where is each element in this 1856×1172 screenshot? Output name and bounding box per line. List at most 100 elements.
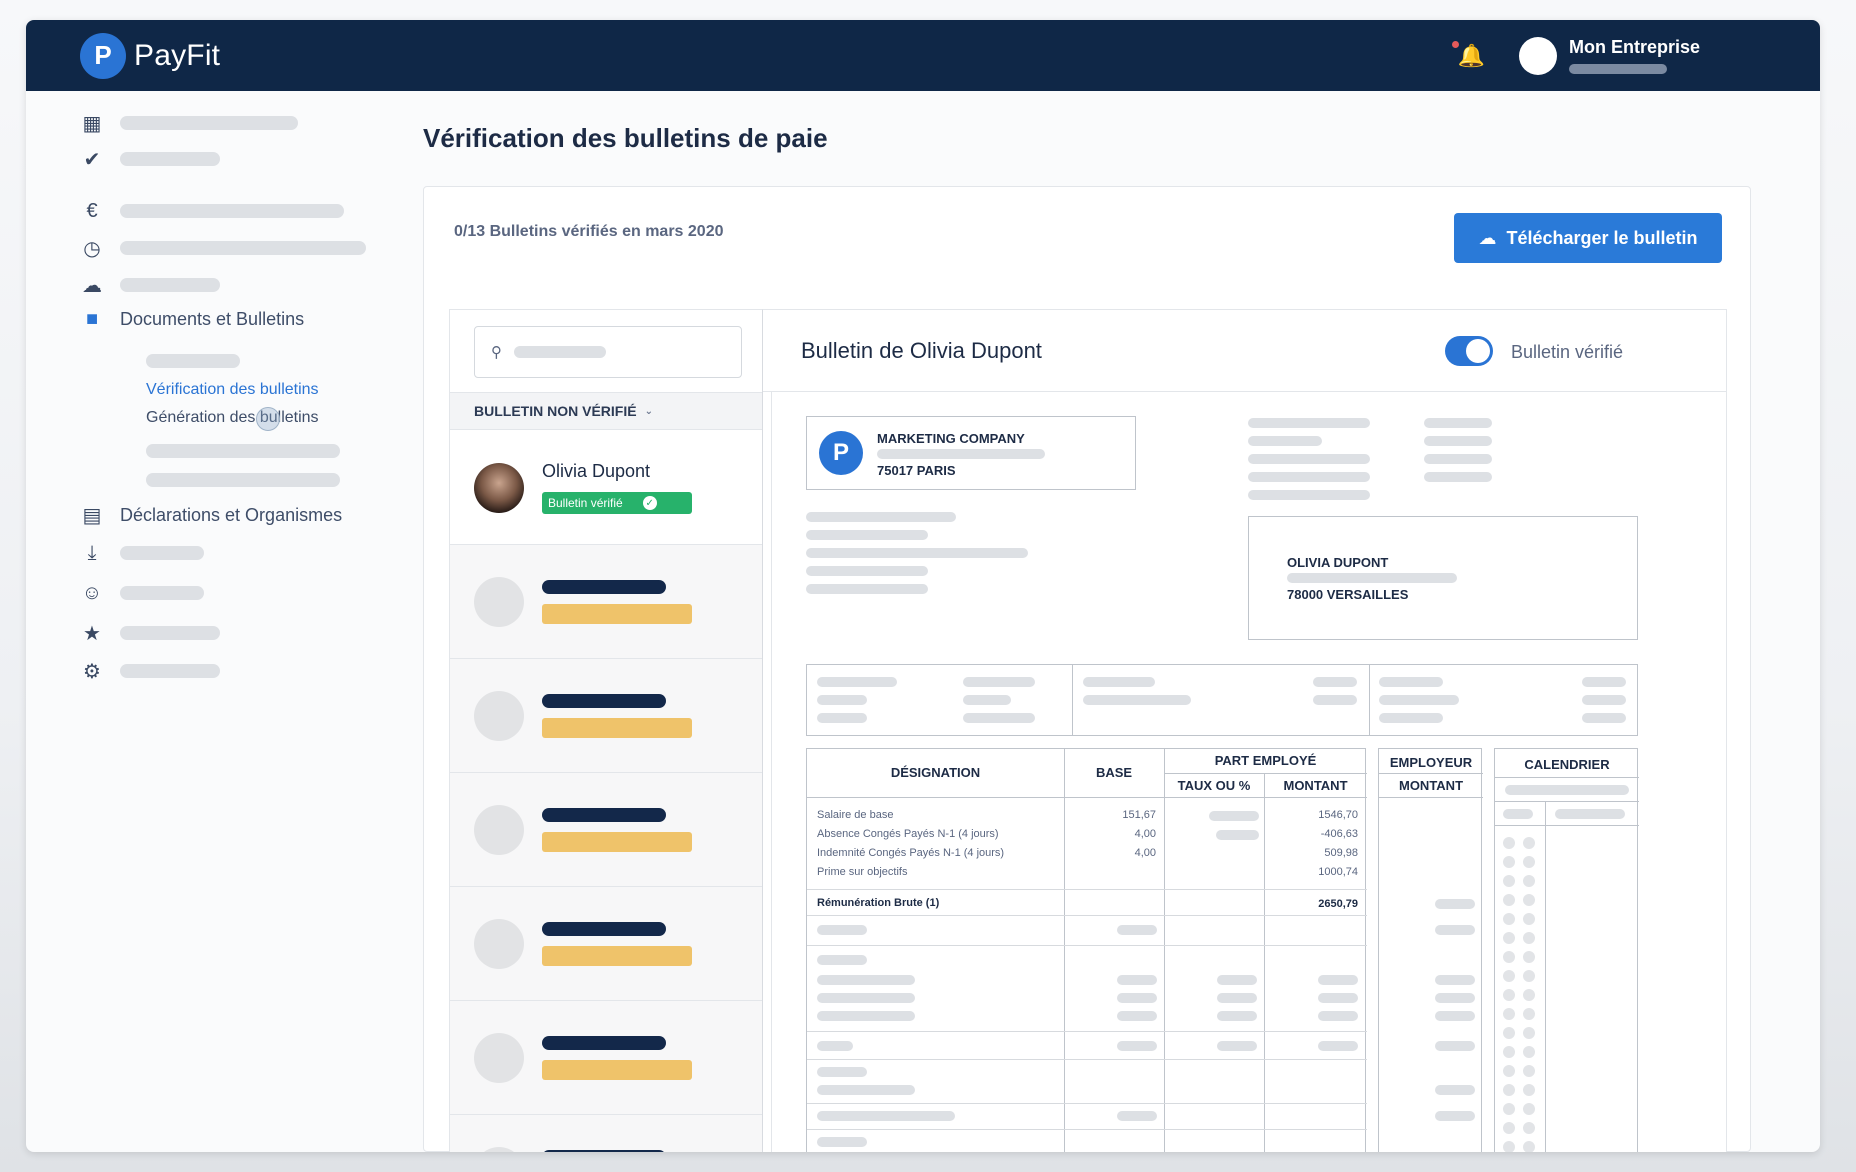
sidebar-label-placeholder xyxy=(120,204,344,218)
meta-placeholder xyxy=(1424,436,1492,446)
address-placeholder xyxy=(877,449,1045,459)
avatar xyxy=(474,576,524,627)
company-name: MARKETING COMPANY xyxy=(877,431,1025,446)
summary-placeholder xyxy=(963,695,1011,705)
calendar-day xyxy=(1523,1103,1535,1115)
status-placeholder xyxy=(542,831,692,852)
company-avatar[interactable] xyxy=(1518,36,1557,75)
summary-placeholder xyxy=(817,695,867,705)
top-bar: P PayFit 🔔 Mon Entreprise xyxy=(26,20,1820,91)
list-item[interactable] xyxy=(450,1115,762,1152)
sidebar-item-download[interactable]: ⤓ xyxy=(80,541,204,565)
toggle-knob xyxy=(1466,339,1490,363)
page-title: Vérification des bulletins de paie xyxy=(423,123,828,153)
row-placeholder xyxy=(1117,925,1157,935)
divider xyxy=(1495,777,1639,778)
name-placeholder xyxy=(542,693,666,708)
sidebar-link-verification[interactable]: Vérification des bulletins xyxy=(146,381,319,399)
row-placeholder xyxy=(1435,1011,1475,1021)
meta-placeholder xyxy=(1424,472,1492,482)
summary-placeholder xyxy=(1313,677,1357,687)
row-placeholder xyxy=(1217,1041,1257,1051)
sidebar-link-generation[interactable]: Génération des bulletins xyxy=(146,409,319,427)
app-name[interactable]: PayFit xyxy=(134,39,220,73)
payfit-logo-icon[interactable]: P xyxy=(80,32,126,79)
divider xyxy=(1379,773,1483,774)
divider xyxy=(807,1059,1367,1060)
search-placeholder xyxy=(514,346,606,358)
app-window: P PayFit 🔔 Mon Entreprise ▦ ✔ € ◷ ☁ ■ Do… xyxy=(26,20,1820,1152)
calendar-day xyxy=(1523,875,1535,887)
divider xyxy=(1164,773,1367,774)
divider xyxy=(1495,825,1639,826)
download-button[interactable]: ☁ Télécharger le bulletin xyxy=(1454,213,1722,263)
gear-icon: ⚙ xyxy=(83,660,101,683)
column-calendrier: CALENDRIER xyxy=(1524,757,1610,772)
info-placeholder xyxy=(806,566,928,576)
sidebar-item-dashboard[interactable]: ▦ xyxy=(80,111,298,135)
sidebar-item-settings[interactable]: ⚙ xyxy=(80,659,220,683)
list-item[interactable] xyxy=(450,659,762,773)
status-placeholder xyxy=(542,1059,692,1080)
calendar-day xyxy=(1523,1065,1535,1077)
bell-icon[interactable]: 🔔 xyxy=(1451,40,1485,69)
sidebar-item-upload[interactable]: ☁ xyxy=(80,273,220,297)
list-item[interactable]: Olivia Dupont Bulletin vérifié ✓ xyxy=(450,431,762,545)
calendar-day xyxy=(1523,913,1535,925)
detail-title: Bulletin de Olivia Dupont xyxy=(801,338,1042,363)
company-address-box: P MARKETING COMPANY 75017 PARIS xyxy=(806,416,1136,490)
sidebar-item-declarations[interactable]: ▤ Déclarations et Organismes xyxy=(80,503,343,527)
calendar-day xyxy=(1503,1103,1515,1115)
calendar-day xyxy=(1503,1122,1515,1134)
sidebar-item-payroll[interactable]: € xyxy=(80,199,344,223)
list-item[interactable] xyxy=(450,773,762,887)
payslip-detail-panel: Bulletin de Olivia Dupont Bulletin vérif… xyxy=(763,309,1727,1152)
calendar-placeholder xyxy=(1555,809,1625,819)
row-placeholder xyxy=(1435,925,1475,935)
search-input[interactable]: ⚲ xyxy=(474,326,742,378)
summary-placeholder xyxy=(963,677,1035,687)
payslip-document: P MARKETING COMPANY 75017 PARIS OLIVIA D… xyxy=(771,392,1726,1152)
verified-toggle-label: Bulletin vérifié xyxy=(1511,342,1624,362)
sidebar-sub-placeholder xyxy=(146,444,340,458)
row-placeholder xyxy=(1117,993,1157,1003)
info-placeholder xyxy=(806,512,956,522)
cursor-indicator xyxy=(256,407,280,431)
sidebar-label-placeholder xyxy=(120,116,298,130)
calendar-day xyxy=(1503,1065,1515,1077)
company-menu[interactable]: Mon Entreprise xyxy=(1568,37,1700,74)
company-name: Mon Entreprise xyxy=(1568,37,1700,57)
sidebar-item-tasks[interactable]: ✔ xyxy=(80,147,220,171)
summary-placeholder xyxy=(963,713,1035,723)
avatar xyxy=(474,918,524,969)
list-item[interactable] xyxy=(450,887,762,1001)
list-item[interactable] xyxy=(450,545,762,659)
row-placeholder xyxy=(817,1041,853,1051)
calendar-day xyxy=(1503,837,1515,849)
filter-dropdown[interactable]: BULLETIN NON VÉRIFIÉ ⌄ xyxy=(450,392,762,430)
employee-name: Olivia Dupont xyxy=(542,461,651,481)
sidebar-item-documents[interactable]: ■ Documents et Bulletins xyxy=(80,307,304,331)
gross-value: 2650,79 xyxy=(1318,898,1358,910)
name-placeholder xyxy=(542,1149,666,1152)
sidebar-item-time[interactable]: ◷ xyxy=(80,236,366,260)
calendar-day xyxy=(1503,913,1515,925)
verified-toggle[interactable] xyxy=(1445,336,1493,366)
divider xyxy=(807,1031,1367,1032)
row-placeholder xyxy=(1217,1011,1257,1021)
calendar-day xyxy=(1523,1084,1535,1096)
calendar-day xyxy=(1523,1027,1535,1039)
company-subtitle-placeholder xyxy=(1568,64,1667,74)
sidebar-item-favorites[interactable]: ★ xyxy=(80,621,220,645)
row-placeholder xyxy=(1435,1111,1475,1121)
divider xyxy=(1072,665,1073,735)
status-placeholder xyxy=(542,603,692,624)
row-montant: 1546,70 xyxy=(1318,809,1358,821)
rate-placeholder xyxy=(1209,811,1259,821)
sidebar-item-employees[interactable]: ☺ xyxy=(80,581,204,605)
summary-placeholder xyxy=(1379,713,1443,723)
clock-icon: ◷ xyxy=(83,237,101,260)
calendar-day xyxy=(1523,1046,1535,1058)
list-item[interactable] xyxy=(450,1001,762,1115)
calendar-day xyxy=(1503,1027,1515,1039)
